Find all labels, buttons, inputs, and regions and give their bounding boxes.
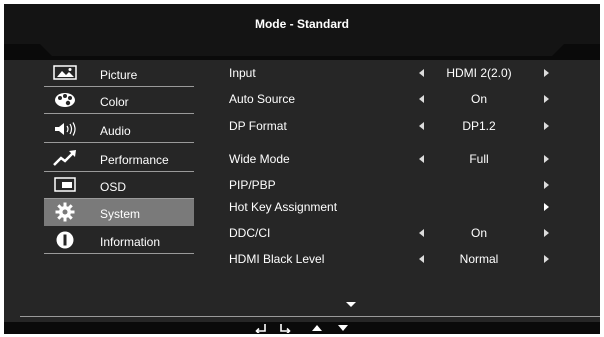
header-band: Mode - Standard — [4, 4, 600, 60]
right-arrow-icon[interactable] — [544, 255, 549, 263]
picture-icon — [52, 64, 78, 81]
right-arrow-icon[interactable] — [544, 229, 549, 237]
setting-label: HDMI Black Level — [229, 252, 325, 266]
setting-value: On — [470, 92, 487, 106]
setting-row-input[interactable]: Input HDMI 2(2.0) — [229, 66, 569, 86]
right-arrow-icon[interactable] — [544, 203, 549, 211]
scroll-down-icon[interactable] — [346, 302, 356, 307]
sidebar-item-label: Information — [100, 235, 161, 249]
osd-menu: Mode - Standard Picture Color Audio Perf… — [4, 4, 600, 334]
left-arrow-icon[interactable] — [419, 255, 424, 263]
setting-row-pip-pbp[interactable]: PIP/PBP — [229, 178, 569, 198]
info-icon — [52, 231, 78, 248]
sidebar-item-label: Performance — [100, 153, 169, 167]
header-shape — [4, 4, 600, 56]
footer-keys — [4, 322, 600, 334]
left-arrow-icon[interactable] — [419, 95, 424, 103]
setting-value: Full — [469, 152, 489, 166]
sidebar-item-label: OSD — [100, 180, 127, 194]
sidebar-item-audio[interactable]: Audio — [44, 116, 194, 143]
gear-icon — [52, 202, 78, 221]
setting-label: DDC/CI — [229, 226, 271, 240]
setting-label: Input — [229, 66, 256, 80]
sidebar-item-label: System — [100, 207, 141, 221]
left-arrow-icon[interactable] — [419, 229, 424, 237]
sidebar-item-label: Picture — [100, 68, 138, 82]
setting-row-ddc-ci[interactable]: DDC/CI On — [229, 226, 569, 246]
sidebar-item-picture[interactable]: Picture — [44, 60, 194, 87]
setting-row-auto-source[interactable]: Auto Source On — [229, 92, 569, 112]
left-arrow-icon[interactable] — [419, 155, 424, 163]
sidebar-item-label: Audio — [100, 124, 131, 138]
performance-icon — [52, 149, 78, 166]
setting-row-wide-mode[interactable]: Wide Mode Full — [229, 152, 569, 172]
sidebar-item-information[interactable]: Information — [44, 227, 194, 254]
sidebar-item-performance[interactable]: Performance — [44, 145, 194, 172]
setting-value: Normal — [459, 252, 499, 266]
setting-row-hot-key-assignment[interactable]: Hot Key Assignment — [229, 200, 569, 220]
right-arrow-icon[interactable] — [544, 95, 549, 103]
right-arrow-icon[interactable] — [544, 155, 549, 163]
setting-label: Hot Key Assignment — [229, 200, 338, 214]
setting-row-hdmi-black-level[interactable]: HDMI Black Level Normal — [229, 252, 569, 272]
sidebar-item-label: Color — [100, 95, 129, 109]
left-arrow-icon[interactable] — [419, 69, 424, 77]
left-arrow-icon[interactable] — [419, 122, 424, 130]
up-arrow-icon[interactable] — [312, 323, 322, 333]
enter-icon[interactable] — [280, 323, 292, 333]
osd-icon — [52, 176, 78, 193]
setting-value: HDMI 2(2.0) — [446, 66, 512, 80]
sidebar-item-system[interactable]: System — [44, 199, 194, 226]
sidebar-item-osd[interactable]: OSD — [44, 172, 194, 199]
setting-row-dp-format[interactable]: DP Format DP1.2 — [229, 119, 569, 139]
footer-divider — [20, 316, 600, 317]
right-arrow-icon[interactable] — [544, 181, 549, 189]
setting-value: On — [470, 226, 487, 240]
speaker-icon — [52, 120, 78, 137]
setting-value: DP1.2 — [462, 119, 496, 133]
setting-label: DP Format — [229, 119, 287, 133]
setting-label: PIP/PBP — [229, 178, 276, 192]
page-title: Mode - Standard — [254, 17, 349, 31]
back-icon[interactable] — [254, 323, 266, 333]
setting-label: Auto Source — [229, 92, 296, 106]
color-palette-icon — [52, 91, 78, 108]
right-arrow-icon[interactable] — [544, 69, 549, 77]
right-arrow-icon[interactable] — [544, 122, 549, 130]
down-arrow-icon[interactable] — [338, 323, 348, 333]
sidebar-item-color[interactable]: Color — [44, 87, 194, 114]
setting-label: Wide Mode — [229, 152, 290, 166]
